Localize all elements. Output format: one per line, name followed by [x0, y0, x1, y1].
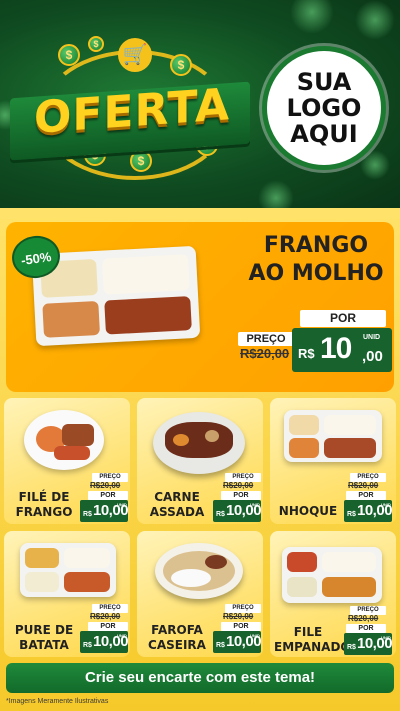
product-name: CARNE ASSADA: [149, 490, 205, 519]
product-name: FAROFA CASEIRA: [148, 623, 206, 652]
por-label: POR: [221, 491, 261, 500]
logo-text-line: SUA: [296, 68, 352, 96]
product-name: FILE EMPANADO: [274, 625, 351, 654]
product-card-nhoque[interactable]: NHOQUE PREÇO R$20,00 POR R$ 10,00 UNID: [270, 398, 396, 524]
food-item: [62, 424, 94, 446]
old-price: R$20,00: [240, 346, 290, 361]
unit-label: UNID: [250, 633, 260, 638]
logo-text-line: AQUI: [290, 120, 358, 148]
product-card-file-de-frango[interactable]: FILÉ DE FRANGO PREÇO R$20,00 POR R$ 10,00…: [4, 398, 130, 524]
price-currency: R$: [83, 642, 92, 649]
preco-label: PREÇO: [238, 332, 294, 346]
logo-placeholder: SUA LOGO AQUI: [262, 46, 386, 170]
por-label: POR: [221, 622, 261, 631]
price-currency: R$: [298, 346, 315, 361]
disclaimer-note: *Imagens Meramente Ilustrativas: [6, 698, 109, 705]
oferta-emblem: 🛒 $ $ $ $ $ $ $ OFERTA: [10, 36, 260, 188]
food-item: [287, 577, 317, 597]
meal-image: [284, 410, 382, 462]
meal-image: [155, 543, 243, 599]
food-compartment: [104, 296, 192, 335]
old-price: R$20,00: [223, 481, 254, 490]
product-card-pure-de-batata[interactable]: PURE DE BATATA PREÇO R$20,00 POR R$ 10,00…: [4, 531, 130, 657]
product-card-carne-assada[interactable]: CARNE ASSADA PREÇO R$20,00 POR R$ 10,00 U…: [137, 398, 263, 524]
meal-image: [153, 412, 245, 474]
meal-image: [20, 543, 116, 597]
featured-title: FRANGO AO MOLHO: [236, 232, 396, 288]
create-flyer-cta-button[interactable]: Crie seu encarte com este tema!: [6, 663, 394, 693]
unit-label: UNID: [381, 635, 391, 640]
price-currency: R$: [83, 511, 92, 518]
product-card-farofa-caseira[interactable]: FAROFA CASEIRA PREÇO R$20,00 POR R$ 10,00…: [137, 531, 263, 657]
logo-text-line: LOGO: [286, 94, 362, 122]
food-item: [64, 548, 110, 568]
food-item: [173, 434, 189, 446]
food-item: [322, 552, 376, 572]
product-name: PURE DE BATATA: [14, 623, 74, 652]
bokeh-light: [355, 0, 395, 40]
old-price: R$20,00: [223, 612, 254, 621]
food-item: [25, 572, 59, 592]
bokeh-light: [290, 0, 334, 34]
food-item: [322, 577, 376, 597]
featured-title-line: FRANGO: [263, 233, 369, 258]
food-compartment: [42, 300, 101, 338]
food-item: [289, 415, 319, 435]
food-item: [64, 572, 110, 592]
food-item: [171, 569, 211, 587]
old-price: R$20,00: [348, 614, 379, 623]
food-item: [205, 430, 219, 442]
por-label: POR: [88, 622, 128, 631]
coin-icon: $: [130, 150, 152, 172]
food-item: [289, 438, 319, 458]
coin-icon: $: [58, 44, 80, 66]
food-item: [287, 552, 317, 572]
shopping-cart-icon: 🛒: [118, 38, 152, 72]
por-label: POR: [88, 491, 128, 500]
food-item: [54, 446, 90, 460]
food-item: [324, 438, 376, 458]
unit-label: UNID: [381, 502, 391, 507]
food-item: [324, 415, 376, 435]
price-currency: R$: [216, 642, 225, 649]
price-currency: R$: [216, 511, 225, 518]
featured-title-line: AO MOLHO: [248, 261, 384, 286]
unit-label: UNID: [117, 633, 127, 638]
price-value: 10: [320, 332, 352, 365]
por-label: POR: [346, 624, 386, 633]
product-card-file-empanado[interactable]: FILE EMPANADO PREÇO R$20,00 POR R$ 10,00 …: [270, 531, 396, 657]
meal-image: [282, 547, 382, 603]
coin-icon: $: [170, 54, 192, 76]
unit-label: UNID: [117, 502, 127, 507]
old-price: R$20,00: [348, 481, 379, 490]
coin-icon: $: [88, 36, 104, 52]
old-price: R$20,00: [90, 481, 121, 490]
por-label: POR: [346, 491, 386, 500]
header-banner: 🛒 $ $ $ $ $ $ $ OFERTA SUA LOGO AQUI: [0, 0, 400, 215]
product-name: NHOQUE: [278, 504, 338, 518]
price-currency: R$: [347, 644, 356, 651]
meal-image: [24, 410, 104, 470]
por-label: POR: [300, 310, 386, 327]
product-name: FILÉ DE FRANGO: [15, 490, 73, 519]
old-price: R$20,00: [90, 612, 121, 621]
food-item: [205, 555, 227, 569]
price-currency: R$: [347, 511, 356, 518]
unit-label: UNID: [250, 502, 260, 507]
price-cents: ,00: [362, 348, 383, 365]
food-item: [25, 548, 59, 568]
unit-label: UNID: [363, 334, 381, 341]
food-compartment: [102, 254, 190, 295]
